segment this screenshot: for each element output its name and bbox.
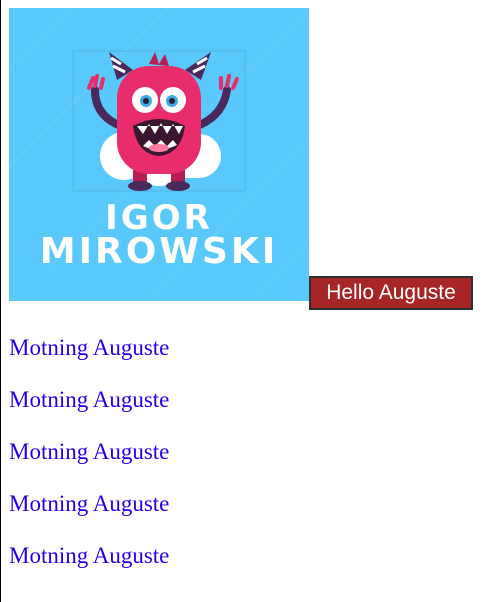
header-row: IGOR MIROWSKI Hello Auguste — [9, 8, 479, 310]
hello-button[interactable]: Hello Auguste — [309, 276, 473, 310]
list-item: Motning Auguste — [9, 438, 169, 490]
list-item: Motning Auguste — [9, 386, 169, 438]
greeting-link[interactable]: Motning Auguste — [9, 386, 169, 438]
greeting-link[interactable]: Motning Auguste — [9, 490, 169, 542]
greeting-link[interactable]: Motning Auguste — [9, 334, 169, 386]
logo-image: IGOR MIROWSKI — [9, 8, 309, 301]
logo-last-name: MIROWSKI — [39, 231, 279, 272]
greeting-list: Motning Auguste Motning Auguste Motning … — [9, 334, 169, 594]
greeting-link[interactable]: Motning Auguste — [9, 438, 169, 490]
greeting-link[interactable]: Motning Auguste — [9, 542, 169, 594]
logo-first-name: IGOR — [105, 198, 213, 238]
page-left-border — [0, 0, 1, 602]
list-item: Motning Auguste — [9, 490, 169, 542]
list-item: Motning Auguste — [9, 542, 169, 594]
list-item: Motning Auguste — [9, 334, 169, 386]
